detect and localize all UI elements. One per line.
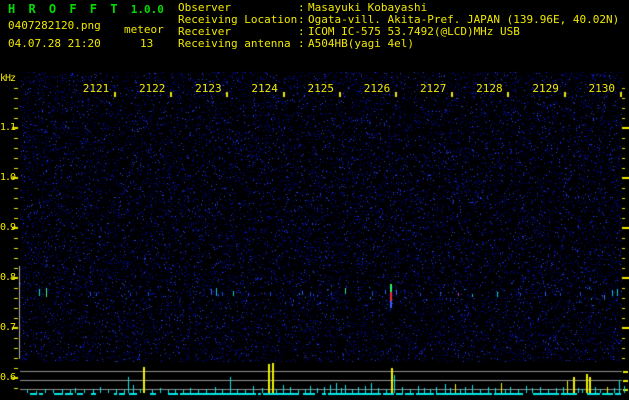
info-row-antenna: Receiving antenna: A504HB(yagi 4el) bbox=[178, 38, 619, 50]
freq-axis-unit: kHz bbox=[0, 73, 16, 84]
time-label: 2121 bbox=[82, 82, 110, 95]
info-value: A504HB(yagi 4el) bbox=[308, 37, 414, 50]
freq-label: 1.0 bbox=[0, 172, 16, 183]
title-block: H R O F F T 1.0.0 bbox=[8, 2, 164, 16]
time-label: 2127 bbox=[419, 82, 447, 95]
time-label: 2130 bbox=[588, 82, 616, 95]
freq-label: 0.9 bbox=[0, 222, 16, 233]
mode-label: meteor bbox=[124, 23, 164, 36]
app-title: H R O F F T bbox=[8, 2, 121, 16]
time-label: 2128 bbox=[476, 82, 503, 95]
output-filename: 0407282120.png bbox=[8, 19, 101, 32]
time-label: 2126 bbox=[363, 82, 391, 95]
observer-info-block: Observer: Masayuki Kobayashi Receiving Lo… bbox=[178, 2, 619, 50]
time-label: 2125 bbox=[307, 82, 335, 95]
time-label: 2124 bbox=[251, 82, 278, 95]
info-separator: : bbox=[298, 37, 305, 50]
echo-count: 13 bbox=[140, 37, 154, 50]
time-label: 2122 bbox=[138, 82, 166, 95]
freq-label: 0.6 bbox=[0, 372, 16, 383]
datetime-label: 04.07.28 21:20 bbox=[8, 37, 101, 50]
freq-label: 0.8 bbox=[0, 272, 16, 283]
spectrogram-canvas bbox=[0, 0, 629, 400]
hrofft-screen: H R O F F T 1.0.0 0407282120.png meteor … bbox=[0, 0, 629, 400]
freq-label: 1.1 bbox=[0, 122, 16, 133]
info-label: Receiving antenna bbox=[178, 37, 291, 50]
time-label: 2123 bbox=[195, 82, 222, 95]
app-version: 1.0.0 bbox=[130, 3, 164, 16]
freq-label: 0.7 bbox=[0, 322, 16, 333]
time-label: 2129 bbox=[532, 82, 559, 95]
